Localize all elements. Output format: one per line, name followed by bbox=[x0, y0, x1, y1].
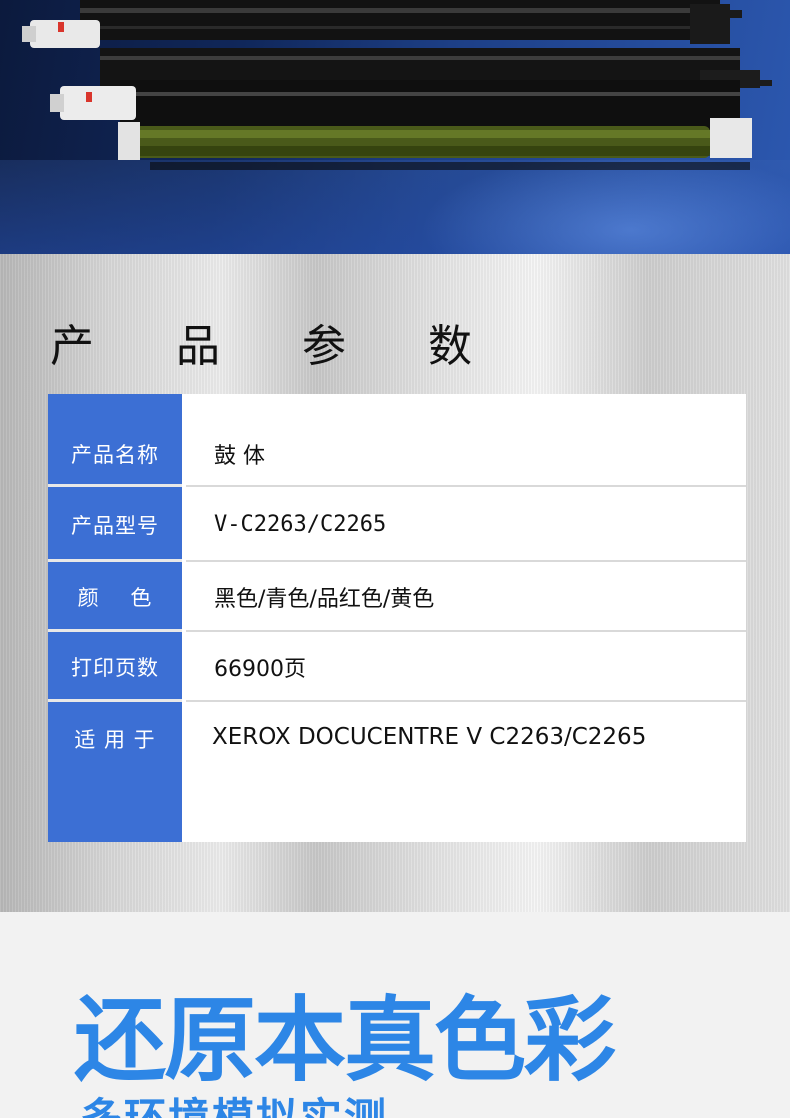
spec-value: XEROX DOCUCENTRE V C2263/C2265 bbox=[186, 702, 746, 842]
drum-unit-back-gear bbox=[58, 22, 64, 32]
drum-unit-back bbox=[22, 0, 742, 48]
spec-label: 适 用 于 bbox=[48, 702, 182, 842]
spec-row-model: 产品型号 V-C2263/C2265 bbox=[48, 487, 746, 562]
spec-row-page-yield: 打印页数 66900页 bbox=[48, 632, 746, 702]
slogan-heading: 还原本真色彩 bbox=[74, 987, 616, 1094]
spec-label: 产品名称 bbox=[48, 394, 182, 487]
spec-label: 产品型号 bbox=[48, 487, 182, 562]
spec-value: 66900页 bbox=[186, 632, 746, 702]
product-photo-banner bbox=[0, 0, 790, 254]
drum-units-illustration bbox=[22, 0, 772, 170]
spec-table: 产品名称 鼓 体 产品型号 V-C2263/C2265 颜 色 黑色/青色/品红… bbox=[48, 394, 746, 842]
spec-value: 黑色/青色/品红色/黄色 bbox=[186, 562, 746, 632]
spec-row-compatible: 适 用 于 XEROX DOCUCENTRE V C2263/C2265 bbox=[48, 702, 746, 842]
spec-row-product-name: 产品名称 鼓 体 bbox=[48, 394, 746, 487]
spec-value: V-C2263/C2265 bbox=[186, 487, 746, 562]
spec-section-title: 产 品 参 数 bbox=[50, 321, 506, 372]
drum-unit-front bbox=[50, 80, 752, 170]
spec-label: 打印页数 bbox=[48, 632, 182, 702]
spec-value: 鼓 体 bbox=[186, 394, 746, 487]
spec-row-color: 颜 色 黑色/青色/品红色/黄色 bbox=[48, 562, 746, 632]
slogan-subheading: 多环境模拟实测 bbox=[80, 1098, 388, 1118]
spec-label: 颜 色 bbox=[48, 562, 182, 632]
